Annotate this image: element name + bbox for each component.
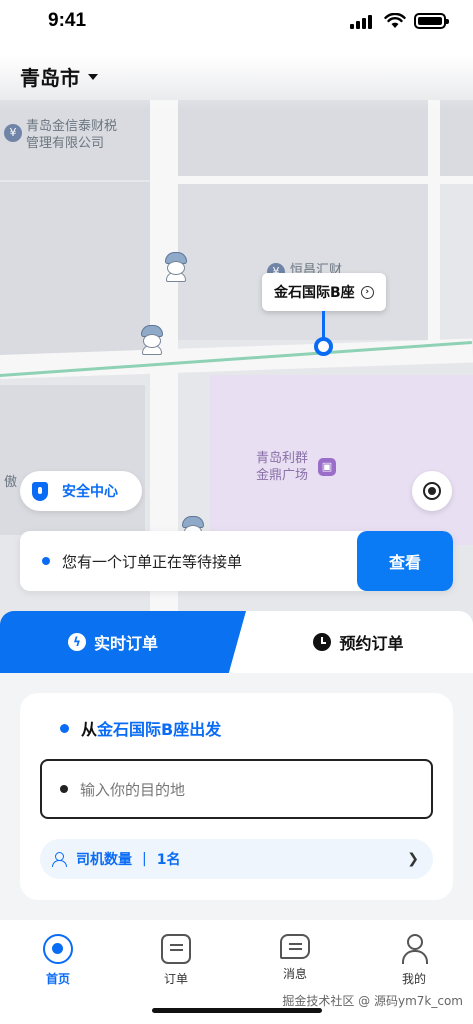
pickup-pin-icon bbox=[314, 337, 333, 356]
safety-center-label: 安全中心 bbox=[62, 484, 118, 500]
driver-marker-icon[interactable] bbox=[163, 252, 189, 282]
city-selector[interactable]: 青岛市 bbox=[20, 62, 98, 91]
chevron-right-icon: › bbox=[360, 285, 374, 299]
battery-icon bbox=[414, 13, 449, 29]
map-road bbox=[428, 100, 440, 350]
nav-item-profile[interactable]: 我的 bbox=[374, 934, 454, 994]
bolt-icon: ϟ bbox=[67, 633, 86, 651]
map-poi-area bbox=[210, 375, 473, 545]
destination-placeholder: 输入你的目的地 bbox=[80, 780, 186, 799]
notice-text: 您有一个订单正在等待接单 bbox=[62, 553, 243, 571]
status-time: 9:41 bbox=[48, 10, 87, 31]
map-poi-label: 青岛利群 金鼎广场 bbox=[256, 451, 309, 483]
driver-count-label: 司机数量 bbox=[76, 852, 132, 868]
destination-dot bbox=[60, 785, 68, 793]
order-type-tabs: 预约订单 ϟ 实时订单 bbox=[0, 611, 473, 673]
nav-label: 我的 bbox=[401, 972, 426, 986]
driver-count-row[interactable]: 司机数量 | 1名 ❯ bbox=[40, 839, 433, 879]
map-poi-icon: ▣ bbox=[318, 458, 336, 476]
trip-sheet: 从 金石国际B座出发 输入你的目的地 司机数量 | 1名 ❯ bbox=[0, 673, 473, 920]
clock-icon bbox=[313, 633, 332, 651]
watermark: 掘金技术社区 @ 源码ym7k_com bbox=[282, 994, 463, 1008]
trip-card: 从 金石国际B座出发 输入你的目的地 司机数量 | 1名 ❯ bbox=[20, 693, 453, 900]
map-poi-label: 傲 bbox=[4, 475, 18, 490]
map-block bbox=[0, 182, 150, 357]
nav-label: 首页 bbox=[45, 972, 70, 986]
map-poi-icon: ¥ bbox=[4, 124, 22, 142]
locate-me-button[interactable] bbox=[412, 471, 452, 511]
tab-scheduled-order[interactable]: 预约订单 bbox=[230, 611, 473, 673]
tab-realtime-order[interactable]: ϟ 实时订单 bbox=[0, 611, 246, 673]
cellular-signal-icon bbox=[350, 15, 374, 29]
nav-label: 订单 bbox=[163, 972, 188, 986]
nav-item-home[interactable]: 首页 bbox=[18, 934, 98, 994]
notice-dot bbox=[42, 557, 50, 565]
pickup-dot bbox=[60, 723, 69, 733]
order-icon bbox=[161, 934, 191, 964]
message-icon bbox=[280, 934, 310, 959]
chevron-right-icon: ❯ bbox=[407, 851, 419, 867]
pickup-place: 金石国际B座出发 bbox=[97, 720, 222, 739]
profile-icon bbox=[399, 934, 429, 964]
city-name: 青岛市 bbox=[20, 66, 80, 90]
home-indicator bbox=[152, 1008, 322, 1013]
driver-marker-icon[interactable] bbox=[139, 325, 165, 355]
pickup-pin-label[interactable]: 金石国际B座 › bbox=[262, 273, 386, 311]
person-icon bbox=[52, 852, 67, 867]
tab-label: 实时订单 bbox=[93, 634, 158, 653]
map-block bbox=[178, 180, 428, 340]
nav-label: 消息 bbox=[282, 967, 307, 981]
nav-item-messages[interactable]: 消息 bbox=[255, 934, 335, 994]
caret-down-icon bbox=[88, 73, 98, 80]
home-icon bbox=[43, 934, 73, 964]
pending-order-notice: 您有一个订单正在等待接单 查看 bbox=[20, 531, 453, 591]
map-road bbox=[178, 176, 473, 184]
pickup-place-name: 金石国际B座 bbox=[274, 285, 355, 301]
shield-icon bbox=[32, 481, 48, 501]
divider: | bbox=[142, 851, 147, 867]
map-block bbox=[0, 385, 145, 535]
pickup-row[interactable]: 从 金石国际B座出发 bbox=[60, 716, 221, 740]
map-poi-label: 青岛金信泰财税 管理有限公司 bbox=[26, 119, 118, 151]
pickup-prefix: 从 bbox=[81, 720, 98, 739]
destination-input[interactable]: 输入你的目的地 bbox=[40, 759, 433, 819]
tab-label: 预约订单 bbox=[339, 634, 404, 653]
driver-count-value: 1名 bbox=[156, 852, 181, 868]
nav-item-orders[interactable]: 订单 bbox=[136, 934, 216, 994]
safety-center-button[interactable]: 安全中心 bbox=[20, 471, 142, 511]
view-order-button[interactable]: 查看 bbox=[357, 531, 453, 591]
status-bar: 9:41 bbox=[0, 0, 473, 46]
wifi-icon bbox=[384, 13, 406, 28]
